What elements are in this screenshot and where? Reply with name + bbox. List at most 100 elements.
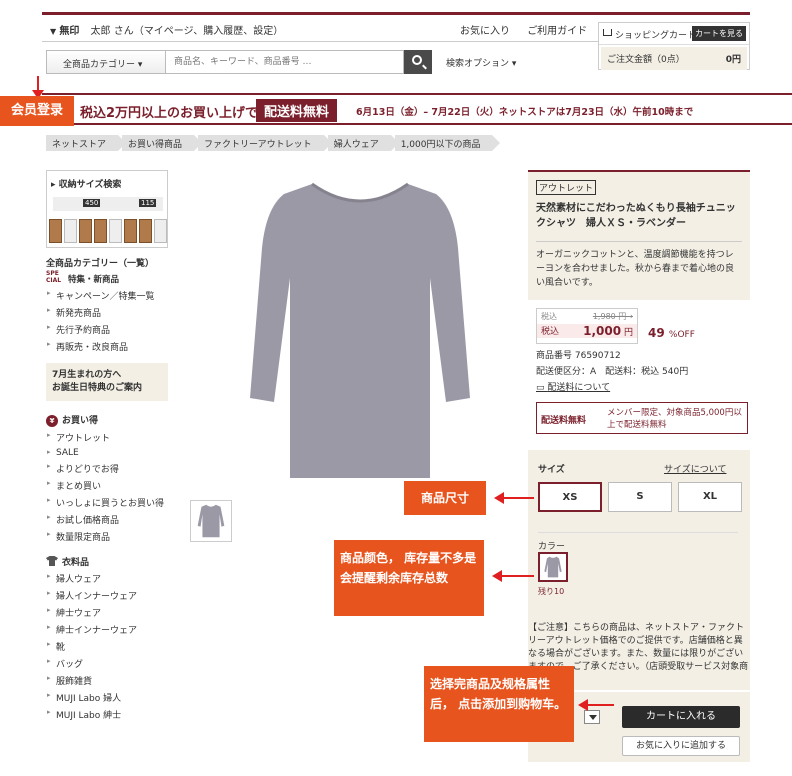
sidebar: ▸ 収納サイズ検索 450 115 全商品カテゴリー（一覧） SPE CIAL … <box>46 170 168 723</box>
breadcrumb-item[interactable]: 婦人ウェア <box>327 135 399 151</box>
search-button[interactable] <box>404 50 432 74</box>
item-number: 商品番号 76590712 <box>536 351 621 361</box>
mini-cart-header: ショッピングカート カートを見る <box>599 23 749 45</box>
color-label: カラー <box>538 532 738 552</box>
promo-line-1: 7月生まれの方へ <box>52 370 122 380</box>
slider-height-value: 115 <box>139 199 157 207</box>
storage-images <box>49 219 169 243</box>
annotation-arrow <box>584 704 614 706</box>
size-search-title: ▸ 収納サイズ検索 <box>51 180 122 190</box>
favorites-link[interactable]: お気に入り <box>460 26 510 37</box>
sidebar-item-bulk[interactable]: まとめ買い <box>46 477 168 494</box>
menu-toggle-icon[interactable]: ▼ <box>50 27 56 36</box>
breadcrumb-item[interactable]: お買い得商品 <box>122 135 203 151</box>
size-slider[interactable]: 450 115 <box>53 197 163 211</box>
sidebar-item-campaign[interactable]: キャンペーン／特集一覧 <box>46 287 168 304</box>
color-swatch-lavender[interactable] <box>538 552 568 582</box>
stock-remaining: 残り10 <box>538 587 565 596</box>
clothing-section-title: 衣料品 <box>46 551 168 568</box>
annotation-login: 会员登录 <box>0 96 74 126</box>
promo-line-2: お誕生日特典のご案内 <box>52 383 143 393</box>
shipping-banner[interactable]: 税込2万円以上のお買い上げで 配送料無料 6月13日（金）– 7月22日（火）ネ… <box>42 93 792 125</box>
price-unit: 円 <box>623 328 633 338</box>
add-to-favorites-button[interactable]: お気に入りに追加する <box>622 736 740 756</box>
special-section-title: SPE CIAL 特集・新商品 <box>46 270 120 285</box>
size-guide-link[interactable]: サイズについて <box>664 462 726 475</box>
product-title: 天然素材にこだわったぬくもり長袖チュニックシャツ 婦人ＸＳ・ラベンダー <box>536 203 736 229</box>
product-image[interactable] <box>240 178 480 488</box>
price-box: 税込 1,980 円→ 税込 1,000 円 <box>536 308 638 344</box>
size-label: サイズ <box>538 465 565 475</box>
free-shipping-label: 配送料無料 <box>541 416 587 426</box>
product-thumbnail[interactable] <box>190 500 232 542</box>
view-cart-button[interactable]: カートを見る <box>692 26 746 41</box>
sidebar-item-womens-inner[interactable]: 婦人インナーウェア <box>46 587 168 604</box>
sidebar-item-new[interactable]: 新発売商品 <box>46 304 168 321</box>
annotation-arrow <box>498 575 534 577</box>
sidebar-item-resale[interactable]: 再販売・改良商品 <box>46 338 168 355</box>
special-badge-icon: SPE CIAL <box>46 270 62 284</box>
user-info-link[interactable]: 太郎 さん（マイページ、購入履歴、設定） <box>91 26 284 37</box>
size-option-xs[interactable]: XS <box>538 482 602 512</box>
banner-text: 税込2万円以上のお買い上げで <box>80 106 259 121</box>
breadcrumb: ネットストア お買い得商品 ファクトリーアウトレット 婦人ウェア 1,000円以… <box>46 135 501 151</box>
sidebar-item-shoes[interactable]: 靴 <box>46 638 168 655</box>
product-summary: アウトレット 天然素材にこだわったぬくもり長袖チュニックシャツ 婦人ＸＳ・ラベン… <box>528 170 750 300</box>
sidebar-item-together[interactable]: いっしょに買うとお買い得 <box>46 494 168 511</box>
bargain-section-title: ¥ お買い得 <box>46 409 168 427</box>
sidebar-item-mens[interactable]: 紳士ウェア <box>46 604 168 621</box>
birthday-promo[interactable]: 7月生まれの方へ お誕生日特典のご案内 <box>46 363 168 401</box>
search-icon <box>412 55 422 65</box>
sidebar-item-mens-inner[interactable]: 紳士インナーウェア <box>46 621 168 638</box>
annotation-cart: 选择完商品及规格属性后， 点击添加到购物车。 <box>424 666 574 742</box>
banner-free-shipping: 配送料無料 <box>256 99 338 122</box>
search-input[interactable] <box>166 50 404 74</box>
annotation-size: 商品尺寸 <box>404 481 486 515</box>
product-description: オーガニックコットンと、温度調節機能を持つレーヨンを合わせました。秋から春まで着… <box>536 241 742 290</box>
quantity-select[interactable] <box>584 710 600 724</box>
search-options[interactable]: 検索オプション ▾ <box>446 56 516 69</box>
cart-total-label: ご注文金額（0点） <box>607 55 685 65</box>
cart-icon <box>603 29 612 36</box>
sidebar-item-labo-women[interactable]: MUJI Labo 婦人 <box>46 689 168 706</box>
mini-cart: ショッピングカート カートを見る ご注文金額（0点） 0円 <box>598 22 750 70</box>
breadcrumb-item[interactable]: ファクトリーアウトレット <box>198 135 332 151</box>
sidebar-item-sale[interactable]: SALE <box>46 446 168 460</box>
cart-total-value: 0円 <box>725 55 741 65</box>
new-price-label: 税込 <box>541 327 560 337</box>
storage-size-search[interactable]: ▸ 収納サイズ検索 450 115 <box>46 170 168 248</box>
sidebar-item-labo-men[interactable]: MUJI Labo 紳士 <box>46 706 168 723</box>
new-price: 1,000 <box>583 324 622 338</box>
old-price-label: 税込 <box>541 312 557 321</box>
all-categories-link[interactable]: 全商品カテゴリー（一覧） <box>46 256 168 269</box>
shirt-icon <box>46 556 58 566</box>
sidebar-item-womens[interactable]: 婦人ウェア <box>46 570 168 587</box>
add-to-cart-button[interactable]: カートに入れる <box>622 706 740 728</box>
annotation-arrow-head <box>494 492 504 504</box>
shipping-fee-link[interactable]: ▭ 配送料について <box>536 380 688 396</box>
annotation-arrow-head <box>578 699 588 711</box>
annotation-arrow <box>500 497 534 499</box>
product-panel: アウトレット 天然素材にこだわったぬくもり長袖チュニックシャツ 婦人ＸＳ・ラベン… <box>528 170 750 690</box>
breadcrumb-item[interactable]: 1,000円以下の商品 <box>394 135 501 151</box>
free-shipping-note: メンバー限定、対象商品5,000円以上で配送料無料 <box>607 408 742 430</box>
annotation-arrow-head <box>492 570 502 582</box>
slider-width-value: 450 <box>83 199 101 207</box>
sidebar-item-choose[interactable]: よりどりでお得 <box>46 460 168 477</box>
sidebar-item-accessories[interactable]: 服飾雑貨 <box>46 672 168 689</box>
sidebar-item-trial[interactable]: お試し価格商品 <box>46 511 168 528</box>
sidebar-item-limited[interactable]: 数量限定商品 <box>46 528 168 545</box>
cart-total-row: ご注文金額（0点） 0円 <box>601 47 747 70</box>
product-info: 商品番号 76590712 配送便区分：A 配送料：税込 540円 ▭ 配送料に… <box>536 348 688 396</box>
size-option-xl[interactable]: XL <box>678 482 742 512</box>
sidebar-item-preorder[interactable]: 先行予約商品 <box>46 321 168 338</box>
category-select[interactable]: 全商品カテゴリー ▾ <box>46 50 166 74</box>
sidebar-item-bags[interactable]: バッグ <box>46 655 168 672</box>
sidebar-item-outlet[interactable]: アウトレット <box>46 429 168 446</box>
breadcrumb-item[interactable]: ネットストア <box>46 135 127 151</box>
guide-link[interactable]: ご利用ガイド <box>527 26 587 37</box>
size-option-s[interactable]: S <box>608 482 672 512</box>
yen-icon: ¥ <box>46 415 58 427</box>
shipping-class: 配送便区分：A 配送料：税込 540円 <box>536 367 689 377</box>
user-menu[interactable]: ▼ 無印 太郎 さん（マイページ、購入履歴、設定） <box>50 22 283 37</box>
